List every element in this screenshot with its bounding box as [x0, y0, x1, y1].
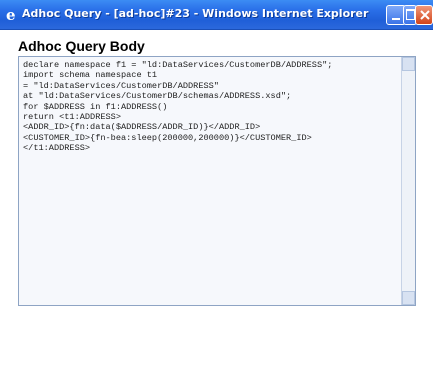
close-icon	[420, 10, 430, 20]
window-title: Adhoc Query - [ad-hoc]#23 - Windows Inte…	[22, 7, 369, 20]
scroll-up-button[interactable]	[402, 57, 415, 71]
vertical-scrollbar[interactable]	[401, 57, 415, 305]
page-title: Adhoc Query Body	[18, 38, 145, 54]
query-body-textarea[interactable]: declare namespace f1 = "ld:DataServices/…	[18, 56, 416, 306]
scroll-down-button[interactable]	[402, 291, 415, 305]
close-button[interactable]	[415, 5, 433, 25]
ie-icon: e	[6, 6, 16, 24]
window-titlebar[interactable]: e Adhoc Query - [ad-hoc]#23 - Windows In…	[0, 0, 433, 30]
query-text[interactable]: declare namespace f1 = "ld:DataServices/…	[23, 60, 403, 154]
